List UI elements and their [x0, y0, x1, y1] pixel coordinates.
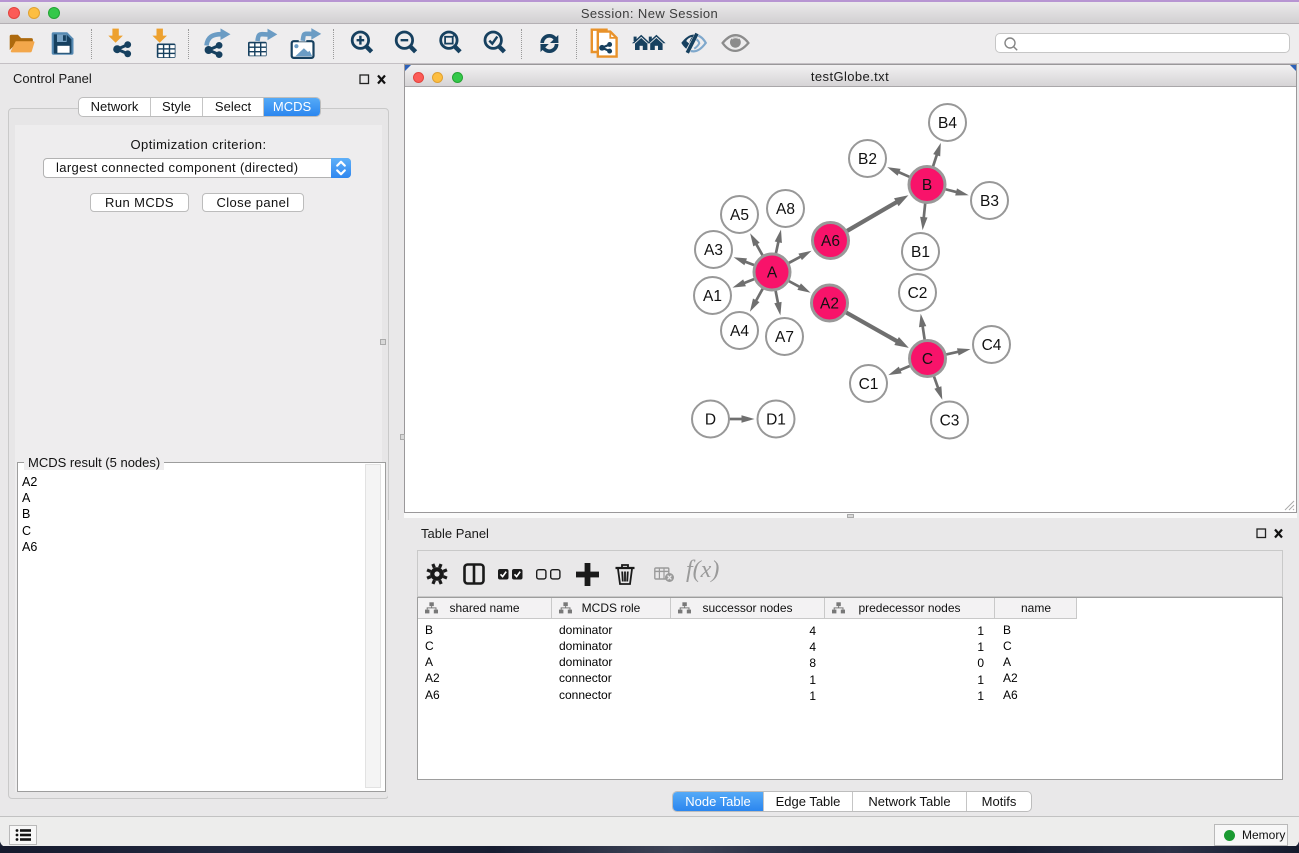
- svg-text:A4: A4: [730, 322, 749, 339]
- svg-text:A5: A5: [730, 206, 749, 223]
- svg-text:D1: D1: [766, 411, 786, 428]
- svg-text:B4: B4: [938, 114, 957, 131]
- svg-text:A2: A2: [820, 295, 839, 312]
- svg-text:B3: B3: [980, 192, 999, 209]
- svg-text:B: B: [921, 176, 931, 193]
- svg-text:A7: A7: [775, 328, 794, 345]
- svg-text:C4: C4: [981, 336, 1001, 353]
- svg-text:A6: A6: [821, 232, 840, 249]
- svg-text:A3: A3: [704, 241, 723, 258]
- svg-text:B2: B2: [858, 150, 877, 167]
- svg-text:A8: A8: [776, 200, 795, 217]
- svg-text:B1: B1: [911, 243, 930, 260]
- svg-text:A1: A1: [703, 287, 722, 304]
- svg-text:C: C: [921, 350, 932, 367]
- svg-text:D: D: [704, 411, 715, 428]
- svg-text:C2: C2: [907, 284, 927, 301]
- svg-text:C1: C1: [858, 375, 878, 392]
- svg-text:C3: C3: [939, 412, 959, 429]
- svg-text:A: A: [766, 264, 777, 281]
